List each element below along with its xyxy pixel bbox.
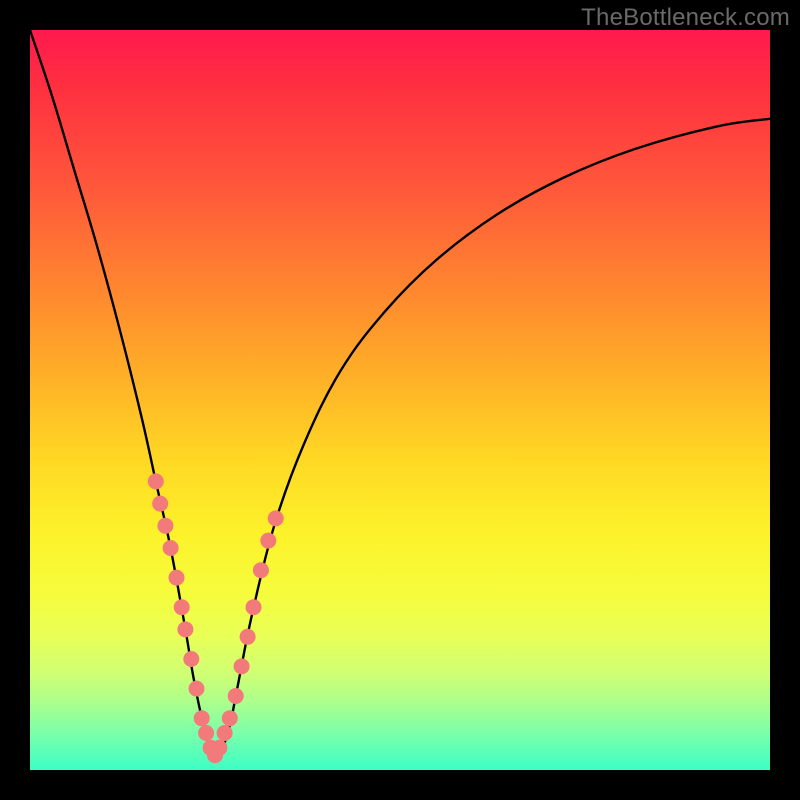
marker-dot [148, 473, 164, 489]
watermark-text: TheBottleneck.com [581, 4, 790, 32]
plot-area [30, 30, 770, 770]
marker-dot [163, 540, 179, 556]
marker-dot [260, 533, 276, 549]
marker-dot [217, 725, 233, 741]
marker-dot [152, 496, 168, 512]
marker-dot [169, 570, 185, 586]
marker-dot [228, 688, 244, 704]
marker-dot [194, 710, 210, 726]
chart-overlay-svg [30, 30, 770, 770]
marker-dot [183, 651, 199, 667]
marker-dot [240, 629, 256, 645]
marker-dot [157, 518, 173, 534]
marker-dot [211, 740, 227, 756]
chart-frame: TheBottleneck.com [0, 0, 800, 800]
marker-dots [148, 473, 284, 763]
marker-dot [222, 710, 238, 726]
bottleneck-curve [30, 30, 770, 755]
curve-path [30, 30, 770, 755]
marker-dot [268, 510, 284, 526]
marker-dot [198, 725, 214, 741]
marker-dot [253, 562, 269, 578]
marker-dot [234, 658, 250, 674]
marker-dot [246, 599, 262, 615]
marker-dot [189, 681, 205, 697]
marker-dot [177, 621, 193, 637]
marker-dot [174, 599, 190, 615]
